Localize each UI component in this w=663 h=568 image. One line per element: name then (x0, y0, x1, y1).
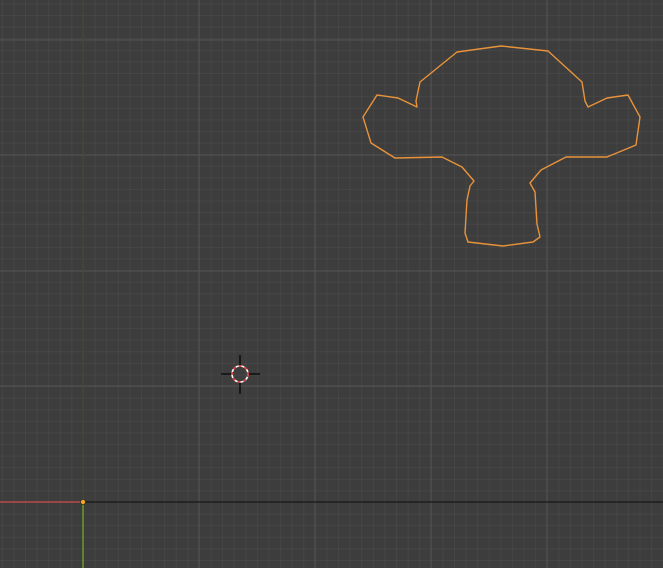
object-origin-dot (80, 499, 86, 505)
viewport-2d-ortho[interactable] (0, 0, 663, 568)
monkey-outline-icon[interactable] (362, 45, 641, 247)
crosshair-cursor-icon[interactable] (221, 355, 260, 394)
major-grid (0, 0, 663, 568)
viewport-canvas[interactable] (0, 0, 663, 568)
